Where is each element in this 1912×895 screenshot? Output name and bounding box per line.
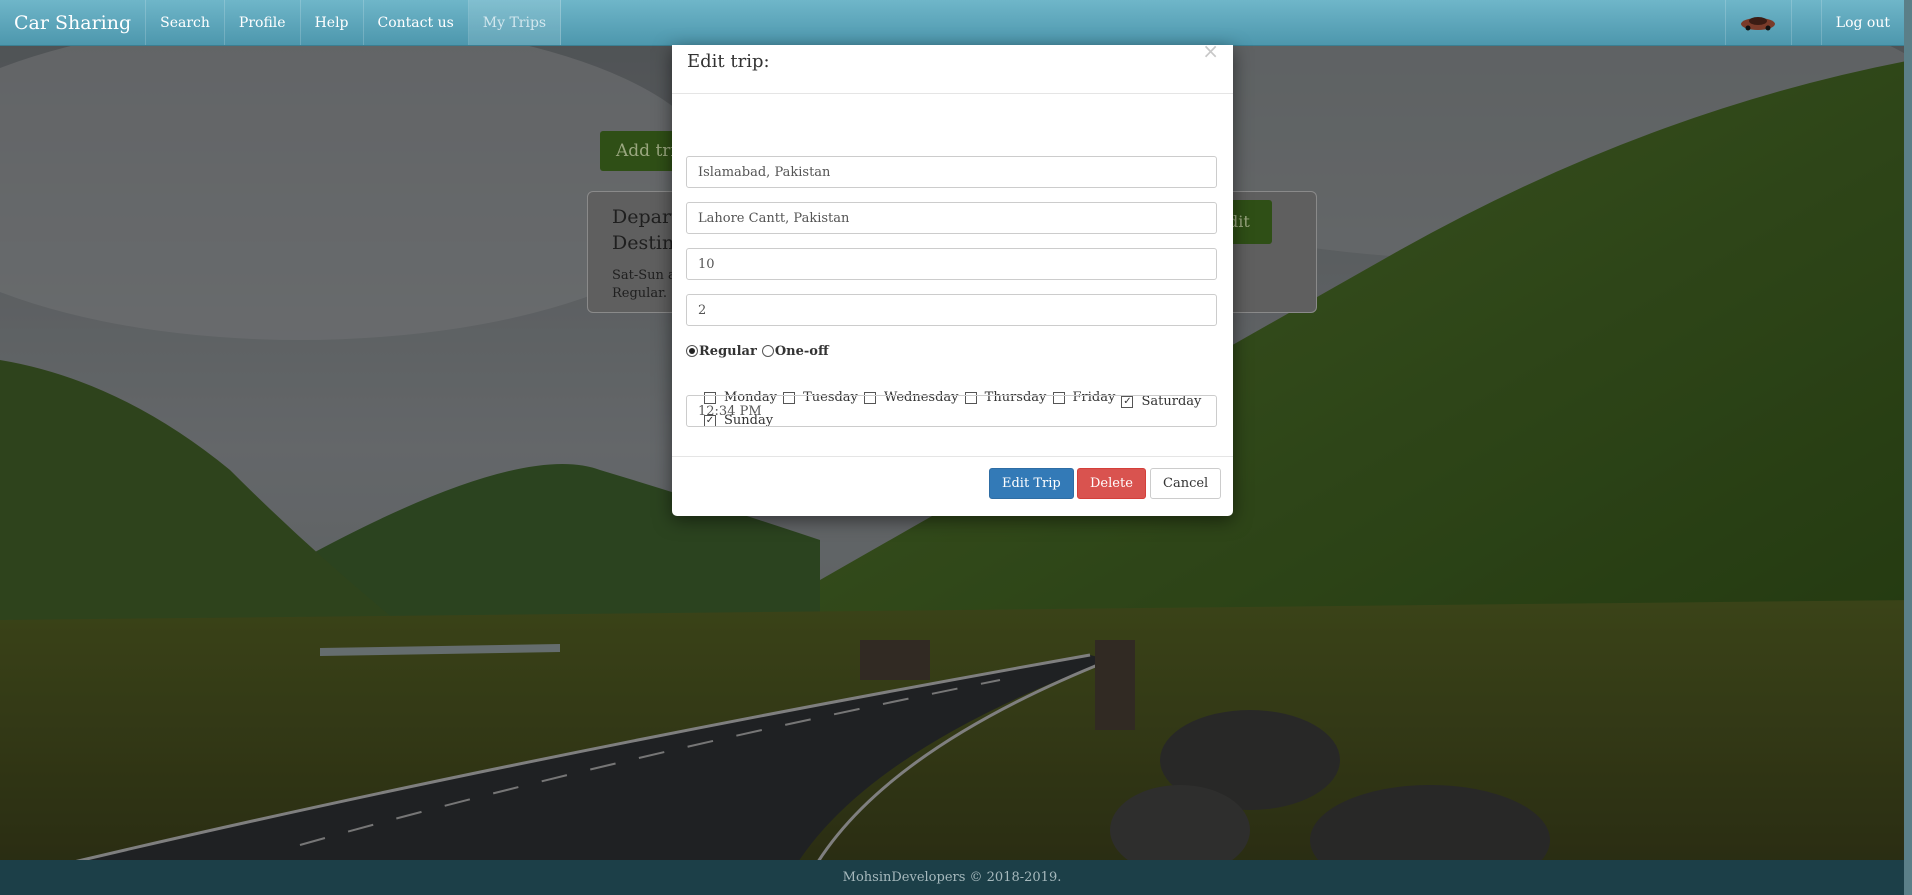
delete-button[interactable]: Delete — [1077, 468, 1146, 499]
radio-regular-label: Regular — [699, 343, 757, 359]
edit-trip-modal: Edit trip: × Islamabad, Pakistan Lahore … — [672, 39, 1233, 516]
user-avatar[interactable] — [1724, 0, 1791, 45]
radio-regular[interactable] — [686, 345, 698, 357]
departure-input[interactable]: Islamabad, Pakistan — [686, 156, 1217, 188]
radio-one-off-label: One-off — [774, 343, 829, 359]
price-input[interactable]: 10 — [686, 248, 1217, 280]
nav-item-my-trips[interactable]: My Trips — [468, 0, 562, 45]
top-navbar: Car Sharing Search Profile Help Contact … — [0, 0, 1904, 46]
modal-footer: Edit Trip Delete Cancel — [672, 457, 1233, 515]
trip-departure-label: Depart — [612, 206, 679, 228]
trip-destination-label: Destin — [612, 232, 675, 254]
modal-body: Islamabad, Pakistan Lahore Cantt, Pakist… — [672, 94, 1233, 457]
close-icon[interactable]: × — [1202, 39, 1219, 63]
nav-item-help[interactable]: Help — [301, 0, 364, 45]
nav-item-search[interactable]: Search — [146, 0, 225, 45]
vertical-scrollbar[interactable] — [1904, 0, 1912, 895]
add-trip-button[interactable]: Add trip — [600, 131, 680, 171]
trip-type-radio-group: Regular One-off — [686, 342, 829, 360]
time-input[interactable]: 12:34 PM — [686, 395, 1217, 427]
nav-item-contact[interactable]: Contact us — [364, 0, 469, 45]
cancel-button[interactable]: Cancel — [1150, 468, 1222, 499]
logout-link[interactable]: Log out — [1820, 0, 1904, 45]
nav-divider — [1790, 0, 1821, 45]
car-avatar-icon — [1741, 16, 1776, 30]
modal-header: Edit trip: × — [672, 39, 1233, 94]
edit-trip-button[interactable]: Edit Trip — [989, 468, 1074, 499]
destination-input[interactable]: Lahore Cantt, Pakistan — [686, 202, 1217, 234]
modal-title: Edit trip: — [687, 51, 770, 72]
seats-input[interactable]: 2 — [686, 294, 1217, 326]
nav-item-profile[interactable]: Profile — [225, 0, 301, 45]
trip-schedule: Sat-Sun a — [612, 268, 676, 283]
radio-one-off[interactable] — [761, 345, 774, 357]
page-footer: MohsinDevelopers © 2018-2019. — [0, 860, 1904, 895]
brand-logo[interactable]: Car Sharing — [0, 0, 147, 45]
trip-type: Regular. — [612, 286, 668, 301]
